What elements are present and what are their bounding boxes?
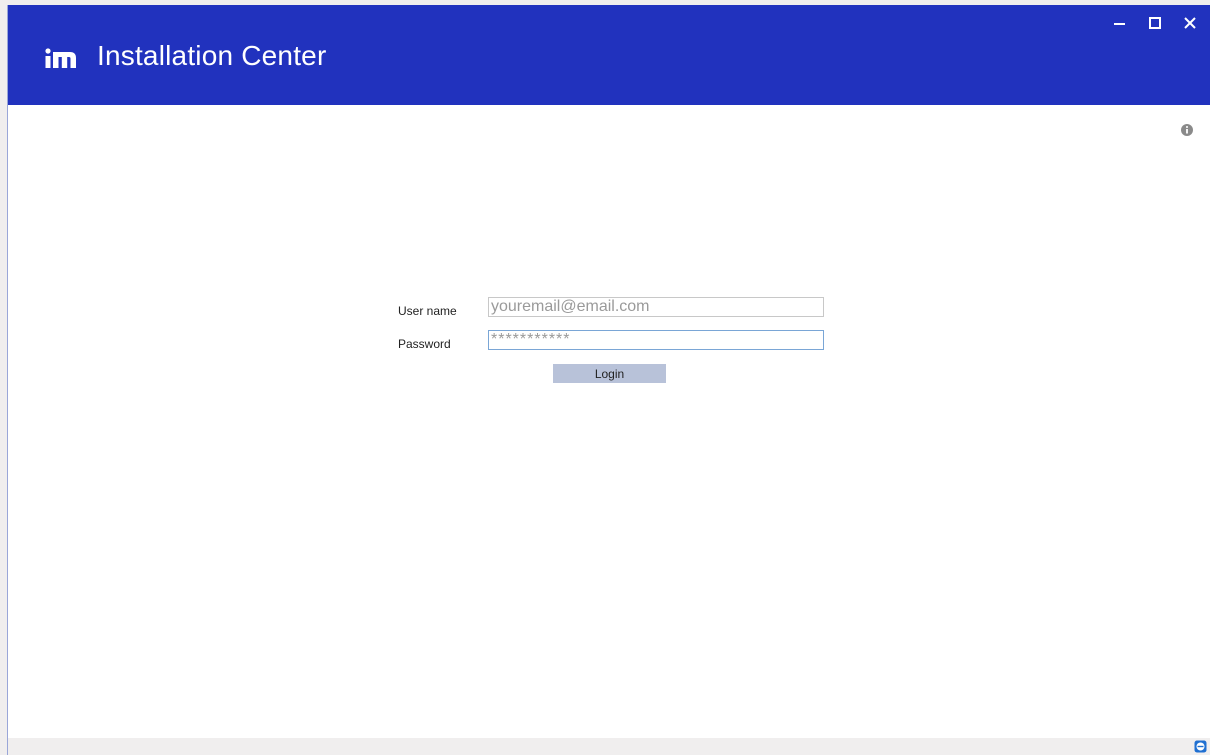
app-header: Installation Center — [8, 5, 1210, 105]
minimize-button[interactable] — [1106, 9, 1134, 37]
username-label: User name — [398, 304, 457, 318]
maximize-button[interactable] — [1141, 9, 1169, 37]
minimize-icon — [1114, 23, 1125, 25]
info-icon[interactable] — [1180, 123, 1194, 137]
password-input[interactable] — [488, 330, 824, 350]
username-input[interactable] — [488, 297, 824, 317]
login-button[interactable]: Login — [553, 364, 666, 383]
status-bar — [8, 738, 1210, 755]
m-logo-icon — [45, 48, 76, 68]
close-icon — [1184, 17, 1196, 29]
close-button[interactable] — [1176, 9, 1204, 37]
password-label: Password — [398, 337, 451, 351]
remote-session-icon[interactable] — [1194, 740, 1207, 753]
app-title: Installation Center — [97, 40, 327, 71]
maximize-icon — [1149, 17, 1161, 29]
app-window: Installation Center User name Password L… — [7, 5, 1210, 755]
